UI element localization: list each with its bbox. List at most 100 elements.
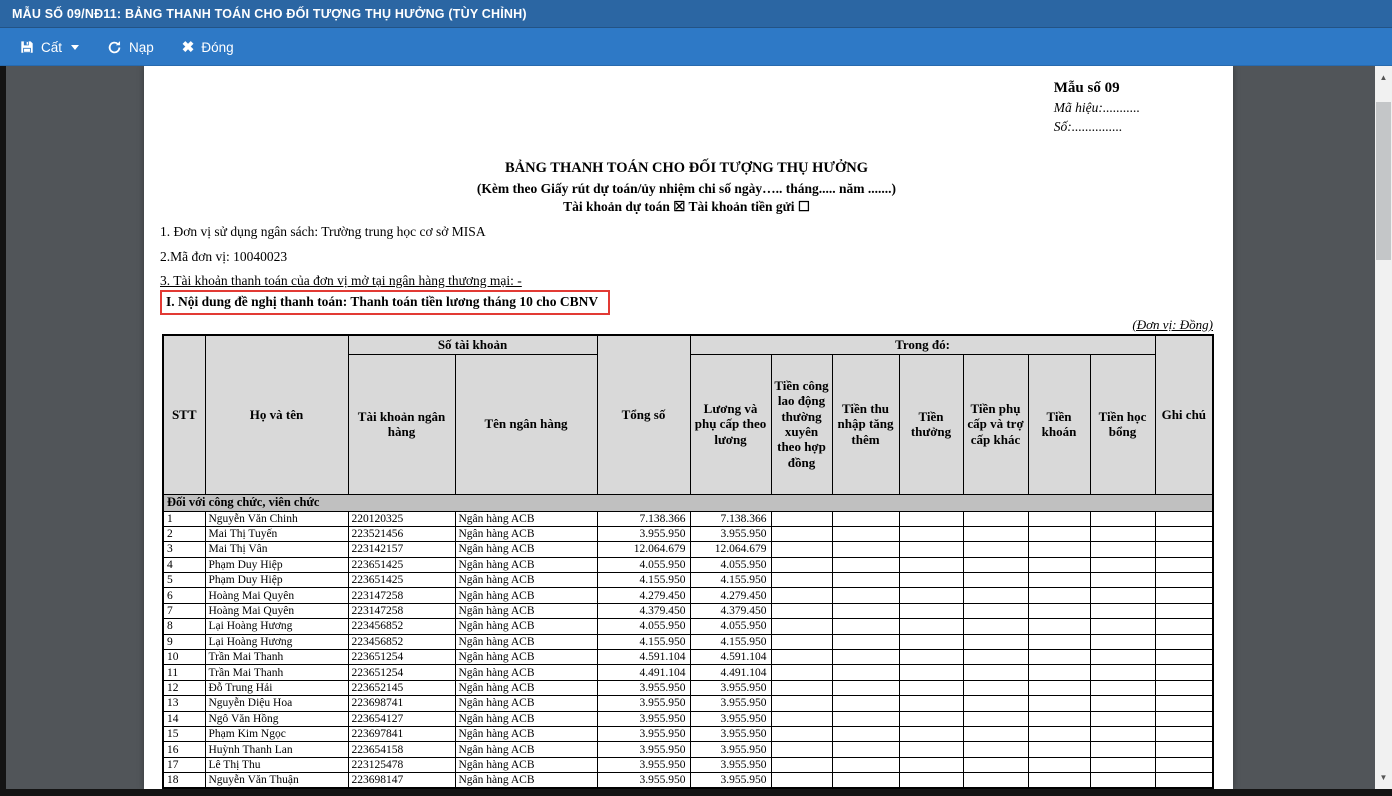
vertical-scrollbar[interactable]: ▲ ▼ bbox=[1375, 66, 1392, 789]
col-bank-name: Ngân hàng ACB bbox=[455, 634, 597, 649]
col-total: 3.955.950 bbox=[597, 757, 690, 772]
col-total: 3.955.950 bbox=[597, 726, 690, 741]
col-header-detail-group: Trong đó: bbox=[690, 335, 1155, 354]
col-bank-account: 223651425 bbox=[348, 573, 455, 588]
col-scholarship bbox=[1090, 634, 1155, 649]
col-stt: 8 bbox=[163, 619, 205, 634]
col-total: 3.955.950 bbox=[597, 742, 690, 757]
col-allowance bbox=[963, 726, 1028, 741]
col-note bbox=[1155, 696, 1213, 711]
payment-content-highlight[interactable]: I. Nội dung đề nghị thanh toán: Thanh to… bbox=[160, 290, 610, 315]
account-type-line: Tài khoản dự toán ☒ Tài khoản tiền gửi ☐ bbox=[160, 199, 1213, 215]
table-row: 2Mai Thị Tuyến223521456Ngân hàng ACB3.95… bbox=[163, 526, 1213, 541]
col-extra-income bbox=[832, 619, 899, 634]
col-allowance bbox=[963, 511, 1028, 526]
col-package bbox=[1028, 557, 1090, 572]
col-extra-income bbox=[832, 511, 899, 526]
col-package bbox=[1028, 680, 1090, 695]
col-scholarship bbox=[1090, 696, 1155, 711]
save-icon bbox=[20, 40, 34, 54]
col-salary: 3.955.950 bbox=[690, 773, 771, 788]
close-button[interactable]: ✖ Đóng bbox=[170, 34, 246, 61]
save-button[interactable]: Cất bbox=[8, 34, 91, 61]
col-name: Huỳnh Thanh Lan bbox=[205, 742, 348, 757]
col-contract-labor bbox=[771, 603, 832, 618]
col-header-stt: STT bbox=[163, 335, 205, 494]
col-name: Hoàng Mai Quyên bbox=[205, 603, 348, 618]
col-scholarship bbox=[1090, 665, 1155, 680]
col-salary: 4.491.104 bbox=[690, 665, 771, 680]
col-bank-account: 223654158 bbox=[348, 742, 455, 757]
col-salary: 4.055.950 bbox=[690, 557, 771, 572]
col-package bbox=[1028, 573, 1090, 588]
col-extra-income bbox=[832, 603, 899, 618]
document-subtitle: (Kèm theo Giấy rút dự toán/ủy nhiệm chi … bbox=[160, 181, 1213, 197]
col-bonus bbox=[899, 726, 963, 741]
col-salary: 3.955.950 bbox=[690, 696, 771, 711]
col-extra-income bbox=[832, 526, 899, 541]
col-salary: 4.279.450 bbox=[690, 588, 771, 603]
col-bonus bbox=[899, 634, 963, 649]
form-reference-block: Mẫu số 09 Mã hiệu:........... Số:.......… bbox=[1054, 79, 1140, 136]
table-body: 1Nguyễn Văn Chinh220120325Ngân hàng ACB7… bbox=[163, 511, 1213, 788]
col-bonus bbox=[899, 650, 963, 665]
col-contract-labor bbox=[771, 696, 832, 711]
col-extra-income bbox=[832, 726, 899, 741]
window-title: MẪU SỐ 09/NĐ11: BẢNG THANH TOÁN CHO ĐỐI … bbox=[12, 7, 527, 21]
scroll-down-arrow-icon[interactable]: ▼ bbox=[1375, 769, 1392, 786]
col-name: Lê Thị Thu bbox=[205, 757, 348, 772]
col-total: 3.955.950 bbox=[597, 696, 690, 711]
col-stt: 14 bbox=[163, 711, 205, 726]
col-salary: 4.591.104 bbox=[690, 650, 771, 665]
col-scholarship bbox=[1090, 573, 1155, 588]
col-scholarship bbox=[1090, 588, 1155, 603]
col-scholarship bbox=[1090, 680, 1155, 695]
table-row: 12Đỗ Trung Hải223652145Ngân hàng ACB3.95… bbox=[163, 680, 1213, 695]
col-bank-name: Ngân hàng ACB bbox=[455, 696, 597, 711]
col-bonus bbox=[899, 619, 963, 634]
col-extra-income bbox=[832, 573, 899, 588]
window-titlebar: MẪU SỐ 09/NĐ11: BẢNG THANH TOÁN CHO ĐỐI … bbox=[0, 0, 1392, 28]
col-package bbox=[1028, 650, 1090, 665]
col-package bbox=[1028, 619, 1090, 634]
scrollbar-thumb[interactable] bbox=[1376, 102, 1391, 260]
col-bonus bbox=[899, 665, 963, 680]
col-header-bank-account: Tài khoản ngân hàng bbox=[348, 354, 455, 494]
refresh-icon bbox=[107, 40, 122, 55]
col-extra-income bbox=[832, 742, 899, 757]
col-salary: 3.955.950 bbox=[690, 526, 771, 541]
col-contract-labor bbox=[771, 526, 832, 541]
col-bank-name: Ngân hàng ACB bbox=[455, 711, 597, 726]
col-package bbox=[1028, 588, 1090, 603]
col-name: Trần Mai Thanh bbox=[205, 665, 348, 680]
col-scholarship bbox=[1090, 773, 1155, 788]
col-contract-labor bbox=[771, 542, 832, 557]
col-extra-income bbox=[832, 665, 899, 680]
section-row: Đối với công chức, viên chức bbox=[163, 494, 1213, 511]
col-bank-account: 223651425 bbox=[348, 557, 455, 572]
col-allowance bbox=[963, 619, 1028, 634]
col-total: 4.155.950 bbox=[597, 634, 690, 649]
col-stt: 16 bbox=[163, 742, 205, 757]
col-contract-labor bbox=[771, 557, 832, 572]
col-header-contract-labor: Tiền công lao động thường xuyên theo hợp… bbox=[771, 354, 832, 494]
col-bank-account: 223147258 bbox=[348, 588, 455, 603]
table-row: 9Lại Hoàng Hương223456852Ngân hàng ACB4.… bbox=[163, 634, 1213, 649]
col-salary: 3.955.950 bbox=[690, 726, 771, 741]
reload-button[interactable]: Nạp bbox=[95, 34, 166, 61]
col-allowance bbox=[963, 588, 1028, 603]
col-contract-labor bbox=[771, 680, 832, 695]
col-scholarship bbox=[1090, 757, 1155, 772]
col-total: 3.955.950 bbox=[597, 680, 690, 695]
col-extra-income bbox=[832, 696, 899, 711]
col-allowance bbox=[963, 696, 1028, 711]
scroll-up-arrow-icon[interactable]: ▲ bbox=[1375, 69, 1392, 86]
col-scholarship bbox=[1090, 557, 1155, 572]
col-bank-account: 223651254 bbox=[348, 650, 455, 665]
table-row: 8Lại Hoàng Hương223456852Ngân hàng ACB4.… bbox=[163, 619, 1213, 634]
col-contract-labor bbox=[771, 573, 832, 588]
col-contract-labor bbox=[771, 619, 832, 634]
col-bank-account: 223521456 bbox=[348, 526, 455, 541]
col-bonus bbox=[899, 557, 963, 572]
col-name: Ngô Văn Hồng bbox=[205, 711, 348, 726]
